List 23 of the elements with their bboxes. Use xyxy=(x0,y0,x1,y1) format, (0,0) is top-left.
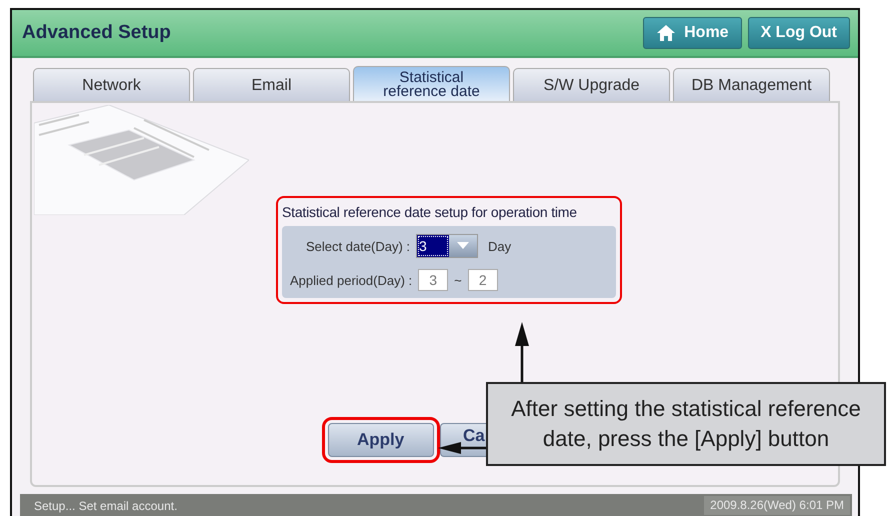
field-label: Applied period(Day) : xyxy=(290,272,412,288)
callout-arrow xyxy=(438,442,486,454)
group-title: Statistical reference date setup for operation time xyxy=(282,204,578,220)
day-dropdown[interactable]: 3 xyxy=(416,234,478,258)
period-end-field: 2 xyxy=(468,269,498,291)
callout-arrow xyxy=(515,322,529,382)
tab[interactable]: Network xyxy=(33,68,190,102)
tab[interactable]: S/W Upgrade xyxy=(513,68,670,102)
separator: ~ xyxy=(454,272,462,288)
home-button[interactable]: Home xyxy=(643,17,742,49)
tab[interactable]: Statistical reference date xyxy=(353,66,510,102)
dropdown-arrow-icon xyxy=(457,242,470,250)
tab[interactable]: Email xyxy=(193,68,350,102)
logout-button[interactable]: X Log Out xyxy=(748,17,850,49)
status-datetime: 2009.8.26(Wed) 6:01 PM xyxy=(704,496,850,515)
period-start-field: 3 xyxy=(418,269,448,291)
field-label: Select date(Day) : xyxy=(306,238,410,254)
home-icon xyxy=(656,24,676,42)
status-message: Setup... Set email account. xyxy=(34,498,178,512)
unit-label: Day xyxy=(488,238,512,254)
callout-tooltip: After setting the statistical reference date, press the [Apply] button xyxy=(486,382,886,466)
window-title: Advanced Setup xyxy=(22,22,171,44)
tab[interactable]: DB Management xyxy=(673,68,830,102)
